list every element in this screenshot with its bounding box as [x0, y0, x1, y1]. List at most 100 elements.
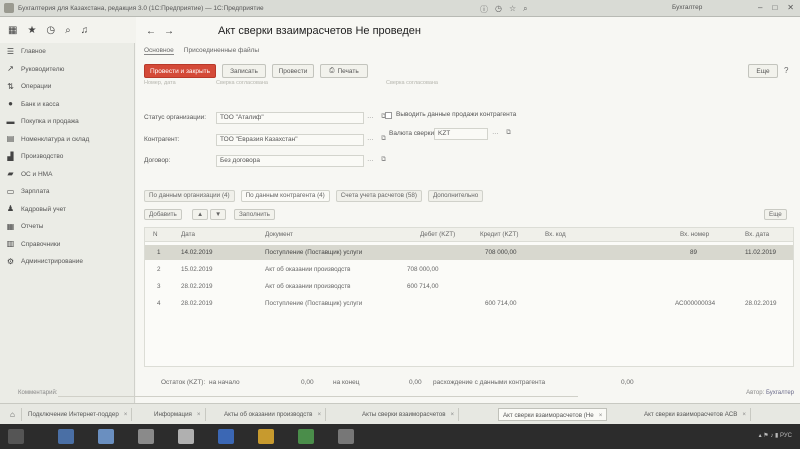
open-tab[interactable]: Акты сверки взаиморасчетов ×	[358, 408, 460, 421]
star-icon[interactable]: ★	[27, 25, 36, 36]
table-row[interactable]: 3 28.02.2019 Акт об оказании производств…	[145, 279, 793, 294]
sidebar-item-purchases[interactable]: ▬ Покупка и продажа	[0, 113, 134, 131]
sidebar-item-salary[interactable]: ▭ Зарплата	[0, 183, 134, 201]
sections-toolbar: ▦ ★ ◷ ⌕ ♫	[0, 17, 135, 43]
salary-icon: ▭	[6, 186, 15, 196]
col-n[interactable]: N	[153, 231, 158, 238]
star-icon[interactable]: ☆	[509, 4, 516, 15]
start-icon[interactable]	[8, 429, 24, 444]
app-icon[interactable]	[178, 429, 194, 444]
open-tab[interactable]: Подключение Интернет-поддер ×	[24, 408, 133, 421]
open-tab-active[interactable]: Акт сверки взаиморасчетов (Не ×	[498, 408, 608, 421]
more-button[interactable]: Еще	[748, 64, 778, 78]
comment-field[interactable]	[58, 396, 578, 397]
current-user[interactable]: Бухгалтер	[672, 4, 702, 11]
sidebar-item-references[interactable]: ▥ Справочники	[0, 236, 134, 254]
cell-credit: 600 714,00	[485, 300, 517, 307]
home-tab-icon[interactable]: ⌂	[4, 408, 22, 421]
close-icon[interactable]: ×	[742, 411, 746, 418]
tab-counterparty-data[interactable]: По данным контрагента (4)	[240, 190, 330, 202]
counterparty-field[interactable]: ТОО "Евразия Казахстан"	[216, 134, 364, 146]
table-row[interactable]: 2 15.02.2019 Акт об оказании производств…	[145, 262, 793, 277]
sidebar-item-reports[interactable]: ▦ Отчеты	[0, 218, 134, 236]
move-down-button[interactable]: ▼	[210, 209, 227, 220]
sections-sidebar: ☰ Главное ↗ Руководителю ⇅ Операции ● Банк и…	[0, 43, 135, 403]
explorer-icon[interactable]	[98, 429, 114, 444]
currency-field-buttons[interactable]: … ⧉	[492, 129, 514, 137]
contract-field[interactable]: Без договора	[216, 155, 364, 167]
tab-attached-files[interactable]: Присоединенные файлы	[184, 47, 259, 55]
currency-field[interactable]: KZT	[434, 128, 488, 140]
tab-organization-data[interactable]: По данным организации (4)	[144, 190, 235, 202]
warehouse-icon: ▤	[6, 134, 15, 144]
col-date[interactable]: Дата	[181, 231, 195, 238]
cell-in-number: 89	[690, 249, 698, 256]
col-in-date[interactable]: Вх. дата	[745, 231, 769, 238]
tab-accounts[interactable]: Счета учета расчетов (58)	[335, 190, 422, 202]
app-icon[interactable]	[338, 429, 354, 444]
search-icon[interactable]: ⌕	[523, 4, 527, 15]
close-icon[interactable]: ×	[451, 411, 455, 418]
table-row[interactable]: 4 28.02.2019 Поступление (Поставщик) усл…	[145, 296, 793, 311]
move-up-button[interactable]: ▲	[192, 209, 209, 220]
factory-icon: ▟	[7, 151, 14, 161]
status-label: Статус организации:	[144, 114, 207, 121]
close-icon[interactable]: ×	[599, 412, 603, 419]
search-icon[interactable]: ⌕	[65, 25, 71, 36]
sidebar-item-assets[interactable]: ▰ ОС и НМА	[0, 166, 134, 184]
excel-icon[interactable]	[298, 429, 314, 444]
post-button[interactable]: Провести	[272, 64, 314, 78]
minimize-icon[interactable]: –	[758, 3, 762, 12]
browser-icon[interactable]	[58, 429, 74, 444]
post-and-close-button[interactable]: Провести и закрыть	[144, 64, 216, 78]
open-tab[interactable]: Акты об оказании производств ×	[220, 408, 327, 421]
window-titlebar: Бухгалтерия для Казахстана, редакция 3.0…	[0, 0, 800, 17]
help-icon[interactable]: ?	[784, 66, 788, 75]
history-icon[interactable]: ◷	[46, 25, 55, 36]
maximize-icon[interactable]: □	[772, 3, 777, 12]
col-credit[interactable]: Кредит (KZT)	[480, 231, 518, 238]
sidebar-item-admin[interactable]: ⚙ Администрирование	[0, 253, 134, 271]
info-icon[interactable]: ⓘ	[480, 4, 488, 15]
onec-icon[interactable]	[258, 429, 274, 444]
col-document[interactable]: Документ	[265, 231, 293, 238]
add-row-button[interactable]: Добавить	[144, 209, 182, 220]
status-field[interactable]: ТОО "Аталиф"	[216, 112, 364, 124]
sidebar-item-production[interactable]: ▟ Производство	[0, 148, 134, 166]
table-row[interactable]: 1 14.02.2019 Поступление (Поставщик) усл…	[145, 245, 793, 260]
save-button[interactable]: Записать	[222, 64, 266, 78]
grid-menu-icon[interactable]: ▦	[8, 25, 17, 36]
contract-field-buttons[interactable]: … ⧉	[367, 156, 389, 164]
col-debit[interactable]: Дебет (KZT)	[420, 231, 455, 238]
print-button[interactable]: ⎙ Печать	[320, 64, 368, 78]
close-icon[interactable]: ×	[124, 411, 128, 418]
fill-button[interactable]: Заполнить	[234, 209, 275, 220]
arrow-up-icon: ▲	[197, 211, 204, 218]
bell-icon[interactable]: ♫	[81, 25, 89, 36]
sidebar-item-operations[interactable]: ⇅ Операции	[0, 78, 134, 96]
col-in-number[interactable]: Вх. номер	[680, 231, 709, 238]
show-counterparty-sales-checkbox[interactable]	[385, 112, 392, 119]
col-in-code[interactable]: Вх. код	[545, 231, 566, 238]
open-tab[interactable]: Акт сверки взаиморасчетов АСВ ×	[640, 408, 751, 421]
close-icon[interactable]: ×	[317, 411, 321, 418]
table-more-button[interactable]: Еще	[764, 209, 787, 220]
sidebar-item-bank[interactable]: ● Банк и касса	[0, 96, 134, 114]
sidebar-item-warehouse[interactable]: ▤ Номенклатура и склад	[0, 131, 134, 149]
history-icon[interactable]: ◷	[495, 4, 502, 15]
media-icon[interactable]	[138, 429, 154, 444]
word-icon[interactable]	[218, 429, 234, 444]
counterparty-field-buttons[interactable]: … ⧉	[367, 135, 389, 143]
forward-arrow-icon[interactable]: →	[164, 26, 174, 37]
sidebar-item-main[interactable]: ☰ Главное	[0, 43, 134, 61]
sidebar-item-manager[interactable]: ↗ Руководителю	[0, 61, 134, 79]
close-icon[interactable]: ✕	[787, 3, 794, 12]
reconciliation-agreed-label: Сверка согласована	[216, 80, 268, 86]
close-icon[interactable]: ×	[197, 411, 201, 418]
open-tab[interactable]: Информация ×	[150, 408, 206, 421]
tab-main[interactable]: Основное	[144, 47, 174, 55]
sidebar-item-hr[interactable]: ♟ Кадровый учет	[0, 201, 134, 219]
tab-additional[interactable]: Дополнительно	[427, 190, 484, 202]
author-link[interactable]: Бухгалтер	[766, 390, 794, 396]
back-arrow-icon[interactable]: ←	[146, 26, 156, 37]
